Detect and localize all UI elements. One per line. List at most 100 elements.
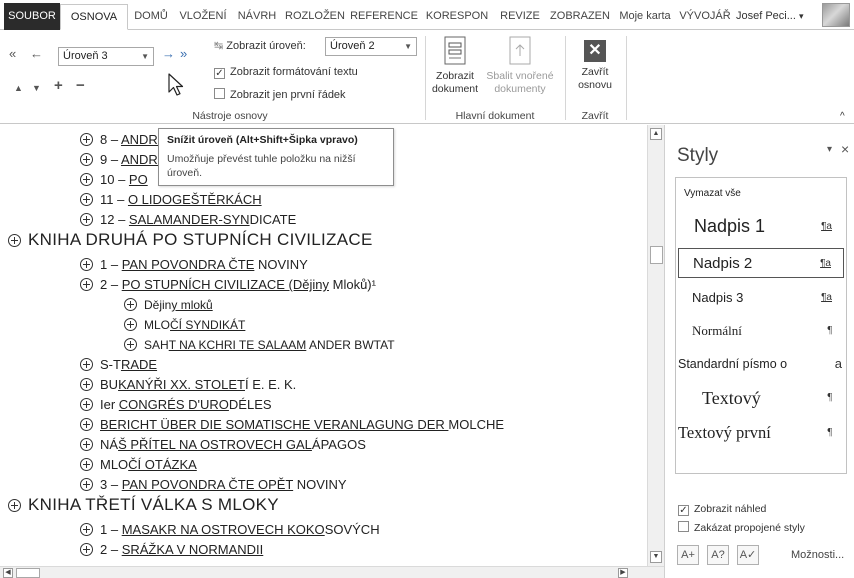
user-avatar[interactable] (822, 3, 850, 27)
disable-linked-styles-checkbox[interactable]: Zakázat propojené styly (678, 521, 805, 534)
expand-outline-icon[interactable] (80, 278, 93, 291)
style-item-heading2[interactable]: Nadpis 2 ¶a (678, 248, 844, 278)
outline-heading-level1[interactable]: KNIHA DRUHÁ PO STUPNÍCH CIVILIZACE (8, 231, 373, 251)
style-item-body-first-indent[interactable]: Textový první ¶ (678, 418, 844, 448)
expand-outline-icon[interactable] (80, 133, 93, 146)
show-level-dropdown[interactable]: Úroveň 2 ▼ (325, 37, 417, 56)
expand-outline-icon[interactable] (80, 173, 93, 186)
pane-options-icon[interactable]: ▾ (827, 144, 832, 155)
outline-heading-level2[interactable]: 10 – PO (80, 171, 148, 191)
outline-heading-level2[interactable]: BUKANÝŘI XX. STOLETÍ E. E. K. (80, 376, 296, 396)
outline-text: SRÁŽKA V NORMANDII (121, 542, 264, 557)
tab-home[interactable]: DOMŮ (128, 4, 174, 30)
outline-document[interactable]: 8 – ANDREW SCHEUCHZERI9 – ANDREW SCHEUCH… (0, 125, 647, 566)
expand-outline-icon[interactable] (80, 398, 93, 411)
tab-file[interactable]: SOUBOR (4, 3, 60, 30)
expand-outline-icon[interactable] (80, 213, 93, 226)
outline-heading-level2[interactable]: 1 – MASAKR NA OSTROVECH KOKOSOVÝCH (80, 521, 380, 541)
outline-heading-level2[interactable]: S-TRADE (80, 356, 157, 376)
expand-outline-icon[interactable] (124, 338, 137, 351)
style-item-clear-all[interactable]: Vymazat vše (678, 184, 844, 206)
expand-outline-icon[interactable] (80, 193, 93, 206)
expand-outline-icon[interactable] (80, 438, 93, 451)
outline-heading-level2[interactable]: 1 – PAN POVONDRA ČTE NOVINY (80, 256, 308, 276)
close-outline-view-button[interactable]: ✕ Zavřít osnovu (570, 40, 620, 92)
tab-insert[interactable]: VLOŽENÍ (174, 4, 232, 30)
scroll-left-icon[interactable]: ◀ (3, 568, 13, 578)
outline-heading-level2[interactable]: MLOČÍ OTÁZKA (80, 456, 197, 476)
tab-review[interactable]: REVIZE (494, 4, 546, 30)
collapse-icon[interactable]: − (76, 78, 85, 94)
outline-heading-level2[interactable]: 2 – SRÁŽKA V NORMANDII (80, 541, 263, 561)
move-up-icon[interactable]: ▲ (14, 80, 23, 96)
user-account-menu[interactable]: Josef Peci... ▾ (736, 4, 804, 28)
tab-design[interactable]: NÁVRH (232, 4, 282, 30)
outline-heading-level2[interactable]: 12 – SALAMANDER-SYNDICATE (80, 211, 296, 231)
style-item-heading1[interactable]: Nadpis 1 ¶a (678, 212, 844, 242)
tab-my-tab[interactable]: Moje karta (614, 4, 676, 30)
close-icon[interactable]: × (841, 141, 849, 157)
tab-references[interactable]: REFERENCE (348, 4, 420, 30)
outline-heading-level2[interactable]: 3 – PAN POVONDRA ČTE OPĚT NOVINY (80, 476, 347, 496)
show-document-label-line2: dokument (431, 83, 479, 95)
scroll-down-icon[interactable]: ▼ (650, 551, 662, 563)
style-item-default-font[interactable]: Standardní písmo o a (678, 350, 844, 380)
expand-outline-icon[interactable] (8, 499, 21, 512)
style-item-normal[interactable]: Normální ¶ (678, 316, 844, 346)
collapse-subdocuments-button[interactable]: Sbalit vnořené dokumenty (484, 36, 556, 96)
expand-icon[interactable]: + (54, 78, 63, 94)
scrollbar-thumb[interactable] (16, 568, 40, 578)
demote-icon[interactable]: → (162, 46, 175, 62)
scrollbar-thumb[interactable] (650, 246, 663, 264)
move-down-icon[interactable]: ▼ (32, 80, 41, 96)
collapse-ribbon-icon[interactable]: ^ (840, 110, 845, 124)
expand-outline-icon[interactable] (80, 523, 93, 536)
expand-outline-icon[interactable] (80, 258, 93, 271)
expand-outline-icon[interactable] (80, 543, 93, 556)
scroll-right-icon[interactable]: ▶ (618, 568, 628, 578)
manage-styles-button[interactable]: A✓ (737, 545, 759, 565)
style-inspector-button[interactable]: A? (707, 545, 729, 565)
expand-outline-icon[interactable] (80, 153, 93, 166)
expand-outline-icon[interactable] (80, 478, 93, 491)
demote-to-body-icon[interactable]: » (180, 46, 187, 62)
tab-layout[interactable]: ROZLOŽEN (282, 4, 348, 30)
outline-heading-level2[interactable]: 2 – PO STUPNÍCH CIVILIZACE (Dějiny Mloků… (80, 276, 376, 296)
outline-heading-level3[interactable]: SAHT NA KCHRI TE SALAAM ANDER BWTAT (124, 336, 395, 356)
outline-text: 1 – (100, 522, 122, 537)
new-style-button[interactable]: A+ (677, 545, 699, 565)
outline-heading-level3[interactable]: MLOČÍ SYNDIKÁT (124, 316, 245, 336)
outline-level-dropdown[interactable]: Úroveň 3 ▼ (58, 47, 154, 66)
style-item-body-text[interactable]: Textový ¶ (678, 383, 844, 413)
expand-outline-icon[interactable] (80, 458, 93, 471)
show-preview-checkbox[interactable]: ✓ Zobrazit náhled (678, 503, 766, 516)
outline-heading-level2[interactable]: 11 – O LIDOGEŠTĚRKÁCH (80, 191, 262, 211)
first-line-only-checkbox[interactable]: Zobrazit jen první řádek (214, 88, 346, 102)
vertical-scrollbar[interactable]: ▲ ▼ (647, 125, 664, 566)
tooltip-body-line: úroveň. (167, 167, 203, 179)
style-options-link[interactable]: Možnosti... (791, 549, 844, 561)
scroll-up-icon[interactable]: ▲ (650, 128, 662, 140)
horizontal-scrollbar[interactable]: ◀ ▶ (0, 566, 664, 578)
expand-outline-icon[interactable] (80, 418, 93, 431)
expand-outline-icon[interactable] (8, 234, 21, 247)
expand-outline-icon[interactable] (124, 318, 137, 331)
tab-view[interactable]: ZOBRAZEN (546, 4, 614, 30)
outline-heading-level2[interactable]: Ier CONGRÉS D'URODÉLES (80, 396, 272, 416)
expand-outline-icon[interactable] (80, 358, 93, 371)
promote-to-heading1-icon[interactable]: « (9, 46, 16, 62)
outline-heading-level2[interactable]: NÁŠ PŘÍTEL NA OSTROVECH GALÁPAGOS (80, 436, 366, 456)
outline-text: MLO (144, 318, 171, 332)
tab-outline[interactable]: OSNOVA (60, 4, 128, 30)
style-item-heading3[interactable]: Nadpis 3 ¶a (678, 283, 844, 313)
show-document-button[interactable]: Zobrazit dokument (430, 36, 480, 96)
outline-heading-level1[interactable]: KNIHA TŘETÍ VÁLKA S MLOKY (8, 496, 279, 516)
tab-mailings[interactable]: KORESPON (420, 4, 494, 30)
expand-outline-icon[interactable] (124, 298, 137, 311)
show-formatting-checkbox[interactable]: ✓ Zobrazit formátování textu (214, 65, 358, 79)
expand-outline-icon[interactable] (80, 378, 93, 391)
tab-developer[interactable]: VÝVOJÁŘ (676, 4, 734, 30)
outline-heading-level2[interactable]: BERICHT ÜBER DIE SOMATISCHE VERANLAGUNG … (80, 416, 504, 436)
outline-heading-level3[interactable]: Dějiny mloků (124, 296, 213, 316)
promote-icon[interactable]: ← (30, 46, 43, 62)
